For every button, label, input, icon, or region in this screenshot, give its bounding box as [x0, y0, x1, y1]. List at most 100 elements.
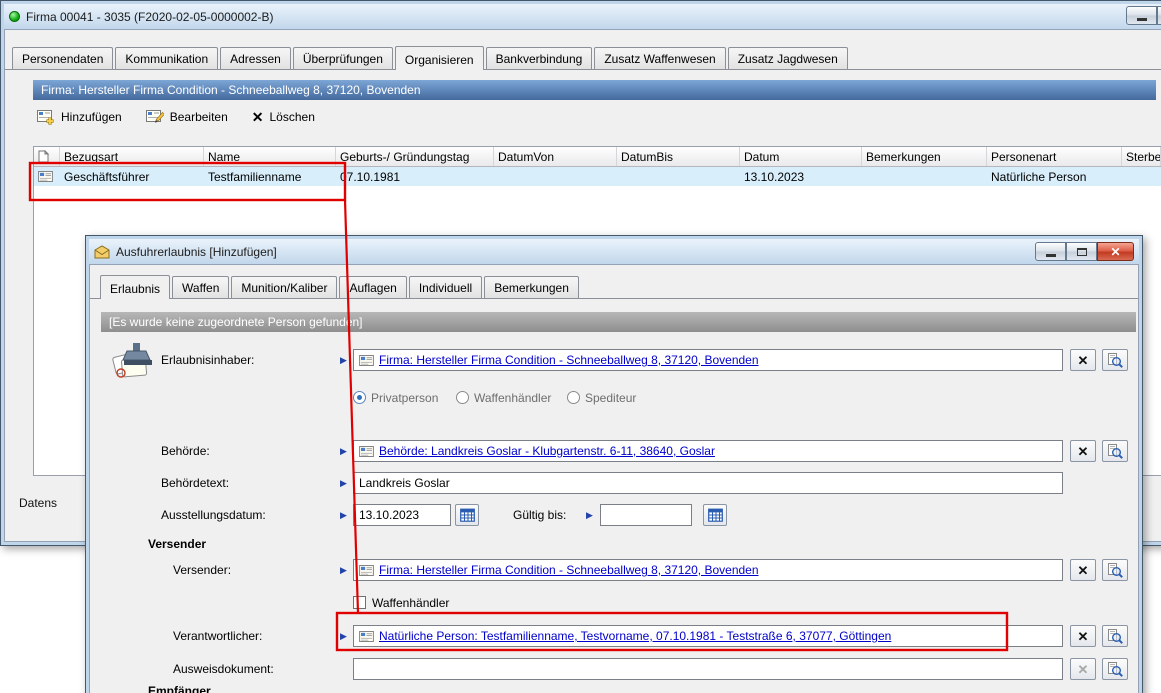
waffenhaendler-checkbox-label: Waffenhändler	[372, 592, 449, 614]
ausstellungsdatum-input[interactable]: 13.10.2023	[353, 504, 451, 526]
behoerde-link[interactable]: Behörde: Landkreis Goslar - Klubgartenst…	[379, 444, 715, 458]
tab-erlaubnis[interactable]: Erlaubnis	[100, 275, 170, 299]
tab-adressen[interactable]: Adressen	[220, 47, 291, 69]
tab-bemerkungen[interactable]: Bemerkungen	[484, 276, 579, 298]
dialog-maximize-button[interactable]	[1066, 242, 1097, 261]
behoerde-clear-button[interactable]: ✕	[1070, 440, 1096, 462]
calendar-icon	[460, 508, 475, 522]
column-geburtstag[interactable]: Geburts-/ Gründungstag	[336, 147, 494, 166]
edit-card-icon	[146, 109, 164, 125]
ausweisdokument-field[interactable]	[353, 658, 1063, 680]
waffenhaendler-checkbox[interactable]	[353, 596, 366, 609]
tab-zusatz-waffenwesen[interactable]: Zusatz Waffenwesen	[594, 47, 725, 69]
edit-button-label: Bearbeiten	[170, 110, 228, 124]
delete-x-icon: ✕	[252, 110, 264, 124]
delete-button[interactable]: ✕ Löschen	[252, 110, 315, 124]
delete-button-label: Löschen	[270, 110, 315, 124]
link-arrow-icon[interactable]: ▶	[340, 629, 347, 643]
erlaubnisinhaber-row: Erlaubnisinhaber: ▶ Firma: Hersteller Fi…	[90, 349, 1138, 371]
tab-munition-kaliber[interactable]: Munition/Kaliber	[231, 276, 337, 298]
waffenhaendler-checkbox-row: Waffenhändler	[90, 592, 1138, 614]
column-bemerkungen[interactable]: Bemerkungen	[862, 147, 987, 166]
ausweisdokument-search-button[interactable]	[1102, 658, 1128, 680]
persons-table-header: Bezugsart Name Geburts-/ Gründungstag Da…	[34, 147, 1161, 167]
gueltig-bis-calendar-button[interactable]	[703, 504, 727, 526]
gueltig-bis-input[interactable]	[600, 504, 692, 526]
radio-privatperson[interactable]	[353, 391, 366, 404]
ausstellungsdatum-value: 13.10.2023	[359, 508, 419, 522]
ausstellungsdatum-calendar-button[interactable]	[455, 504, 479, 526]
clear-x-icon: ✕	[1078, 445, 1089, 458]
dialog-body: Erlaubnis Waffen Munition/Kaliber Auflag…	[89, 264, 1139, 693]
column-datumvon[interactable]: DatumVon	[494, 147, 617, 166]
link-arrow-icon[interactable]: ▶	[340, 444, 347, 458]
verantwortlicher-search-button[interactable]	[1102, 625, 1128, 647]
column-name[interactable]: Name	[204, 147, 336, 166]
table-row[interactable]: Geschäftsführer Testfamilienname 07.10.1…	[34, 167, 1161, 186]
tab-bankverbindung[interactable]: Bankverbindung	[486, 47, 593, 69]
verantwortlicher-link[interactable]: Natürliche Person: Testfamilienname, Tes…	[379, 629, 891, 643]
cell-personenart: Natürliche Person	[987, 170, 1122, 184]
add-button[interactable]: Hinzufügen	[37, 109, 122, 125]
tab-kommunikation[interactable]: Kommunikation	[115, 47, 218, 69]
dates-row: Ausstellungsdatum: ▶ 13.10.2023 Gültig b…	[90, 504, 1138, 526]
tab-auflagen[interactable]: Auflagen	[339, 276, 406, 298]
magnifier-icon	[1107, 353, 1123, 368]
behoerde-search-button[interactable]	[1102, 440, 1128, 462]
edit-button[interactable]: Bearbeiten	[146, 109, 228, 125]
column-bezugsart[interactable]: Bezugsart	[60, 147, 204, 166]
behoerde-field[interactable]: Behörde: Landkreis Goslar - Klubgartenst…	[353, 440, 1063, 462]
firma-tabstrip: Personendaten Kommunikation Adressen Übe…	[5, 30, 1161, 69]
tab-organisieren[interactable]: Organisieren	[395, 46, 484, 70]
column-rowtype[interactable]	[34, 147, 60, 166]
link-arrow-icon[interactable]: ▶	[340, 476, 347, 490]
clear-x-icon: ✕	[1078, 663, 1089, 676]
maximize-button[interactable]	[1157, 6, 1161, 25]
link-arrow-icon[interactable]: ▶	[340, 508, 347, 522]
dialog-close-button[interactable]: ✕	[1097, 242, 1134, 261]
row-icon-cell	[34, 171, 60, 182]
erlaubnisinhaber-field[interactable]: Firma: Hersteller Firma Condition - Schn…	[353, 349, 1063, 371]
erlaubnisinhaber-clear-button[interactable]: ✕	[1070, 349, 1096, 371]
verantwortlicher-clear-button[interactable]: ✕	[1070, 625, 1096, 647]
behoerdetext-input[interactable]: Landkreis Goslar	[353, 472, 1063, 494]
column-datum[interactable]: Datum	[740, 147, 862, 166]
tab-ueberpruefungen[interactable]: Überprüfungen	[293, 47, 393, 69]
dialog-titlebar[interactable]: Ausfuhrerlaubnis [Hinzufügen] ✕	[89, 239, 1139, 264]
firma-window-controls: ✕	[1126, 6, 1161, 25]
link-arrow-icon[interactable]: ▶	[586, 508, 593, 522]
firma-window-title: Firma 00041 - 3035 (F2020-02-05-0000002-…	[26, 10, 273, 24]
tab-waffen[interactable]: Waffen	[172, 276, 229, 298]
cell-bezugsart: Geschäftsführer	[60, 170, 204, 184]
versender-link[interactable]: Firma: Hersteller Firma Condition - Schn…	[379, 563, 759, 577]
tab-individuell[interactable]: Individuell	[409, 276, 482, 298]
erlaubnisinhaber-link[interactable]: Firma: Hersteller Firma Condition - Schn…	[379, 353, 759, 367]
verantwortlicher-label: Verantwortlicher:	[173, 625, 262, 647]
holder-type-radios: Privatperson Waffenhändler Spediteur	[90, 387, 1138, 409]
column-datumbis[interactable]: DatumBis	[617, 147, 740, 166]
radio-spediteur-label: Spediteur	[585, 387, 636, 409]
versender-search-button[interactable]	[1102, 559, 1128, 581]
versender-clear-button[interactable]: ✕	[1070, 559, 1096, 581]
column-sterbedatum[interactable]: Sterbed	[1122, 147, 1161, 166]
page-column-icon	[38, 150, 49, 163]
radio-spediteur[interactable]	[567, 391, 580, 404]
tab-personendaten[interactable]: Personendaten	[12, 47, 113, 69]
maximize-icon	[1077, 248, 1087, 256]
person-card-icon	[359, 446, 374, 457]
radio-waffenhaendler[interactable]	[456, 391, 469, 404]
ausweisdokument-label: Ausweisdokument:	[173, 658, 274, 680]
tab-zusatz-jagdwesen[interactable]: Zusatz Jagdwesen	[728, 47, 848, 69]
link-arrow-icon[interactable]: ▶	[340, 353, 347, 367]
erlaubnisinhaber-search-button[interactable]	[1102, 349, 1128, 371]
versender-field[interactable]: Firma: Hersteller Firma Condition - Schn…	[353, 559, 1063, 581]
minimize-button[interactable]	[1126, 6, 1157, 25]
verantwortlicher-field[interactable]: Natürliche Person: Testfamilienname, Tes…	[353, 625, 1063, 647]
minimize-icon	[1137, 18, 1147, 21]
firma-window-titlebar[interactable]: Firma 00041 - 3035 (F2020-02-05-0000002-…	[4, 4, 1161, 29]
link-arrow-icon[interactable]: ▶	[340, 563, 347, 577]
column-personenart[interactable]: Personenart	[987, 147, 1122, 166]
behoerde-row: Behörde: ▶ Behörde: Landkreis Goslar - K…	[90, 440, 1138, 462]
dialog-minimize-button[interactable]	[1035, 242, 1066, 261]
magnifier-icon	[1107, 444, 1123, 459]
